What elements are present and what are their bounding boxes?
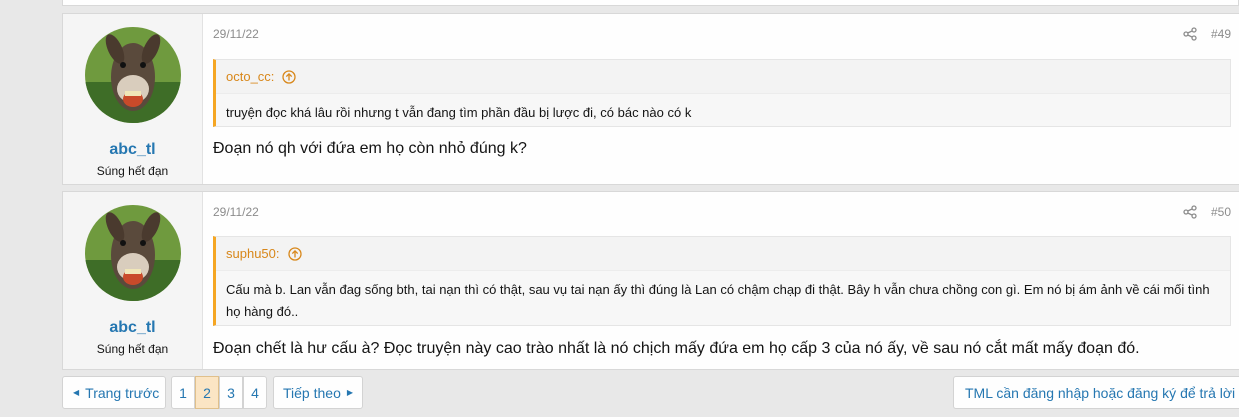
prev-page-label: Trang trước — [85, 384, 160, 401]
share-icon[interactable] — [1183, 27, 1197, 41]
page-link-2-current[interactable]: 2 — [195, 376, 219, 409]
page-link-1[interactable]: 1 — [171, 376, 195, 409]
next-page-button[interactable]: Tiếp theo ▶ — [273, 376, 363, 409]
post-number[interactable]: #50 — [1211, 205, 1231, 219]
post-49: abc_tl Súng hết đạn 29/11/22 #49 octo_cc… — [62, 13, 1239, 185]
page-link-4[interactable]: 4 — [243, 376, 267, 409]
post-date[interactable]: 29/11/22 — [213, 27, 259, 41]
quote-text: Cấu mà b. Lan vẫn đag sống bth, tai nạn … — [226, 282, 1210, 319]
post-date[interactable]: 29/11/22 — [213, 205, 259, 219]
quote-text: truyện đọc khá lâu rồi nhưng t vẫn đang … — [226, 105, 692, 120]
quote-block: octo_cc: truyện đọc khá lâu rồi nhưng t … — [213, 59, 1231, 127]
message-text: Đoạn nó qh với đứa em họ còn nhỏ đúng k? — [213, 140, 527, 157]
quote-header: suphu50: — [216, 237, 1230, 271]
quote-header: octo_cc: — [216, 60, 1230, 94]
user-info: abc_tl Súng hết đạn — [63, 14, 203, 184]
quote-block: suphu50: Cấu mà b. Lan vẫn đag sống bth,… — [213, 236, 1231, 326]
user-title: Súng hết đạn — [96, 342, 169, 356]
message-body: 29/11/22 #49 octo_cc: truyện đọc khá lâu… — [203, 14, 1239, 184]
user-title: Súng hết đạn — [96, 164, 169, 178]
next-page-label: Tiếp theo — [283, 384, 341, 401]
prev-page-button[interactable]: ◀ Trang trước — [62, 376, 166, 409]
quote-author[interactable]: octo_cc: — [226, 69, 274, 84]
caret-left-icon: ◀ — [73, 388, 80, 397]
share-icon[interactable] — [1183, 205, 1197, 219]
previous-post-edge — [62, 0, 1239, 6]
arrow-up-circle-icon[interactable] — [287, 246, 302, 261]
caret-right-icon: ▶ — [346, 388, 354, 397]
page-link-3[interactable]: 3 — [219, 376, 243, 409]
quote-author[interactable]: suphu50: — [226, 246, 280, 261]
message-body: 29/11/22 #50 suphu50: Cấu mà b. Lan vẫn … — [203, 192, 1239, 369]
post-50: abc_tl Súng hết đạn 29/11/22 #50 suphu50… — [62, 191, 1239, 370]
username[interactable]: abc_tl — [109, 319, 155, 337]
avatar[interactable] — [84, 205, 181, 301]
user-info: abc_tl Súng hết đạn — [63, 192, 203, 369]
login-to-reply-button[interactable]: TML cần đăng nhập hoặc đăng ký để trả lờ… — [953, 376, 1239, 409]
username[interactable]: abc_tl — [109, 141, 155, 159]
arrow-up-circle-icon[interactable] — [282, 69, 297, 84]
post-number[interactable]: #49 — [1211, 27, 1231, 41]
avatar[interactable] — [84, 27, 181, 123]
message-text: Đoạn chết là hư cấu à? Đọc truyện này ca… — [213, 340, 1140, 357]
